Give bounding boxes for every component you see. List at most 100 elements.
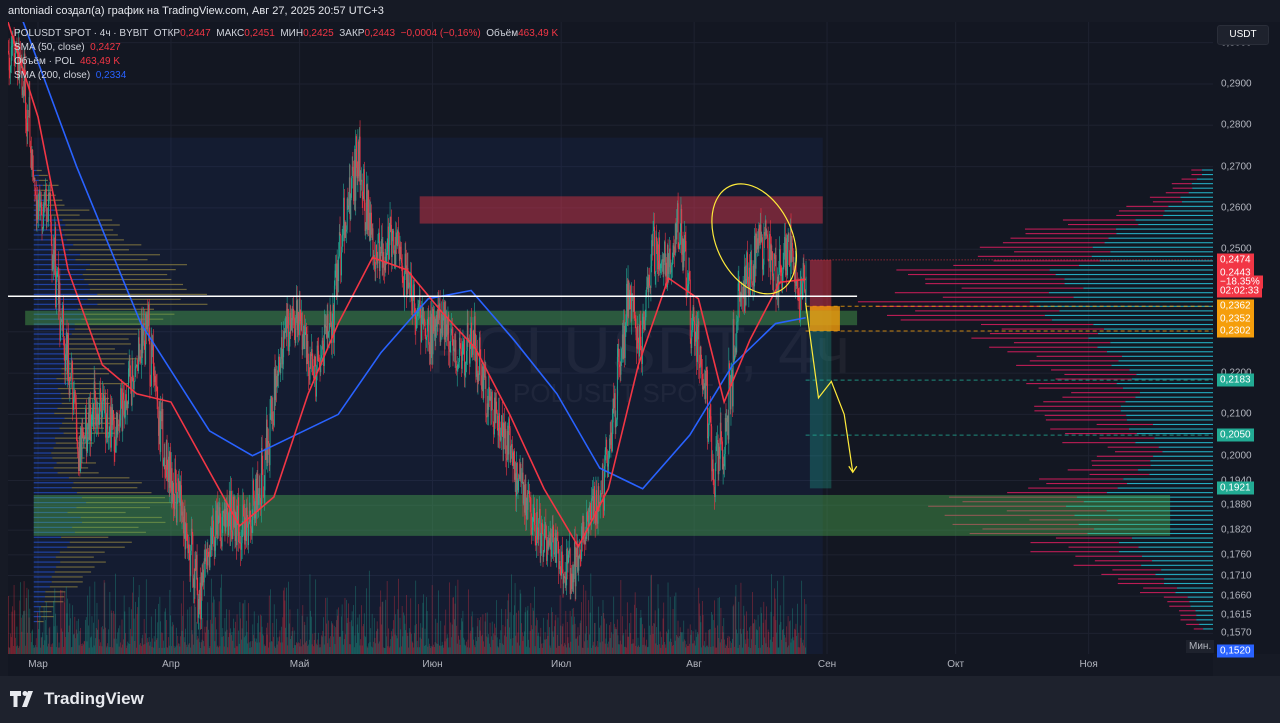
profile-bar-buy — [33, 169, 37, 172]
volume-bar — [351, 620, 352, 654]
profile-bar-buy — [33, 254, 81, 256]
volume-bar — [146, 642, 148, 654]
volume-bar — [528, 639, 530, 654]
profile-bar-up — [1125, 401, 1213, 403]
volume-bar — [651, 625, 653, 654]
price-tick-label: 0,1615 — [1221, 609, 1252, 621]
volume-bar — [488, 634, 489, 654]
legend-ohlc-row[interactable]: POLUSDT SPOT · 4ч · BYBIT ОТКР0,2447 МАК… — [14, 27, 558, 41]
volume-bar — [783, 575, 785, 654]
volume-bar — [691, 643, 693, 654]
volume-bar — [354, 635, 356, 654]
volume-bar — [418, 604, 419, 654]
time-axis[interactable]: Мар Апр Май Июн Июл Авг Сен Окт Ноя — [8, 654, 1213, 676]
tradingview-logo[interactable]: TradingView — [10, 689, 144, 709]
candle-body — [480, 358, 482, 376]
candle-body — [29, 97, 31, 147]
candle-body — [491, 391, 493, 410]
volume-bar — [707, 647, 709, 654]
legend-sma50-row[interactable]: SMA (50, close) 0,2427 — [14, 41, 558, 55]
volume-bar — [538, 632, 540, 654]
candle-body — [485, 376, 487, 416]
volume-bar — [411, 633, 412, 654]
legend-low: 0,2425 — [303, 28, 334, 39]
volume-bar — [571, 608, 573, 654]
candle-body — [118, 424, 119, 426]
time-tick-label: Июн — [422, 659, 443, 670]
profile-bar-sell — [85, 269, 176, 271]
volume-bar — [109, 591, 111, 654]
candle-body — [668, 267, 670, 274]
profile-bar-sell — [61, 397, 110, 400]
volume-bar — [747, 630, 748, 654]
volume-bar — [325, 597, 327, 654]
volume-bar — [266, 634, 268, 654]
price-chart[interactable] — [8, 22, 1213, 654]
candle-body — [10, 47, 12, 67]
legend-sma200-value: 0,2334 — [95, 70, 127, 81]
currency-selector[interactable]: USDT — [1217, 25, 1269, 45]
volume-bar — [431, 585, 433, 654]
volume-bar — [333, 636, 334, 654]
chart-pane[interactable]: POLUSDT, 4ч POLUSDT SPOT — [8, 22, 1213, 654]
price-axis[interactable]: 0,30000,29000,28000,27000,26000,25000,23… — [1213, 22, 1280, 658]
candle-body — [41, 206, 43, 230]
volume-bar — [456, 643, 458, 654]
volume-bar — [449, 647, 451, 654]
volume-bar — [235, 621, 236, 654]
profile-bar-up — [1103, 328, 1213, 330]
volume-bar — [201, 639, 203, 654]
volume-bar — [408, 628, 410, 654]
profile-bar-up — [1141, 564, 1213, 566]
profile-bar-up — [1136, 433, 1213, 435]
candle-body — [352, 166, 354, 171]
chart-credit: antoniadi создал(а) график на TradingVie… — [8, 5, 384, 17]
candle-body — [323, 324, 325, 366]
volume-bar — [130, 628, 131, 654]
candle-body — [411, 273, 412, 302]
candle-body — [705, 367, 707, 399]
profile-bar-sell — [49, 586, 78, 588]
legend-low-label: МИН — [280, 28, 304, 39]
volume-bar — [254, 638, 256, 654]
volume-bar — [502, 624, 504, 654]
volume-bar — [750, 625, 752, 654]
volume-bar — [103, 629, 104, 654]
volume-bar — [253, 611, 255, 654]
candle-body — [356, 136, 357, 168]
candle-body — [8, 50, 9, 53]
candle-body — [589, 505, 591, 512]
volume-bar — [85, 617, 87, 654]
candle-body — [28, 116, 29, 117]
profile-bar-up — [1088, 337, 1213, 339]
profile-bar-down — [1036, 355, 1122, 357]
volume-bar — [317, 639, 319, 654]
volume-bar — [732, 606, 734, 654]
profile-bar-down — [971, 337, 1089, 339]
volume-bar — [229, 632, 231, 654]
legend-sma200-row[interactable]: SMA (200, close) 0,2334 — [14, 69, 558, 83]
volume-bar — [263, 644, 265, 654]
candle-body — [461, 354, 463, 369]
volume-bar — [195, 606, 196, 654]
volume-bar — [321, 635, 322, 654]
volume-bar — [76, 620, 78, 654]
candle-body — [521, 482, 523, 483]
profile-bar-buy — [33, 571, 55, 573]
profile-bar-down — [925, 283, 1065, 285]
volume-bar — [350, 644, 352, 654]
candle-body — [133, 381, 135, 390]
volume-bar — [44, 640, 46, 654]
legend-volume-indicator-row[interactable]: Объём · POL 463,49 K — [14, 55, 558, 69]
volume-bar — [531, 629, 533, 654]
volume-bar — [98, 639, 100, 654]
volume-bar — [315, 579, 317, 654]
volume-bar — [676, 636, 678, 654]
volume-bar — [453, 619, 455, 654]
volume-bar — [199, 642, 201, 654]
candle-body — [721, 440, 723, 442]
price-tag-label: 02:02:33 — [1217, 284, 1262, 298]
profile-bar-sell — [97, 303, 208, 305]
volume-bar — [129, 643, 131, 654]
candle-body — [162, 408, 164, 466]
